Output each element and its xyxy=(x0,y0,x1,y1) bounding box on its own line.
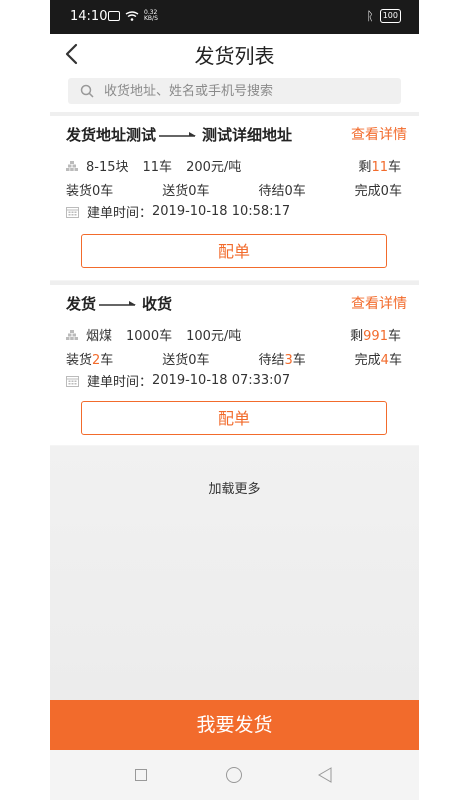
remaining-suffix: 车 xyxy=(387,329,401,344)
stat-settling: 待结0车 xyxy=(258,180,305,199)
stat-delivering: 送货0车 xyxy=(162,180,209,199)
calendar-icon xyxy=(66,206,79,218)
created-time-row: 建单时间： 2019-10-18 07:33:07 xyxy=(66,371,290,390)
stat-settling-label: 待结 xyxy=(258,184,285,199)
stat-unit: 车 xyxy=(292,184,306,199)
stat-done-label: 完成 xyxy=(354,184,381,199)
bluetooth-icon: ᚱ xyxy=(366,9,374,23)
cargo-type: 8-15块 xyxy=(86,160,129,175)
net-speed: 0.32 KB/S xyxy=(144,9,158,22)
created-time-row: 建单时间： 2019-10-18 10:58:17 xyxy=(66,202,290,221)
ship-goods-button[interactable]: 我要发货 xyxy=(50,700,419,750)
status-bar: 14:10 0.32 KB/S ᚱ 100 xyxy=(50,0,419,34)
load-more-button[interactable]: 加载更多 xyxy=(50,478,419,497)
search-icon xyxy=(80,84,94,98)
view-detail-link[interactable]: 查看详情 xyxy=(351,293,407,313)
stat-delivering-value: 0 xyxy=(188,353,197,368)
stat-delivering: 送货0车 xyxy=(162,349,209,368)
stat-done-value: 4 xyxy=(380,353,389,368)
order-specs: 烟煤 1000车 100元/吨 xyxy=(66,325,241,344)
wifi-icon xyxy=(125,11,139,21)
order-route: 发货 收货 xyxy=(66,293,172,314)
arrow-right-icon xyxy=(159,131,197,137)
battery-icon: 100 xyxy=(379,9,401,23)
stat-unit: 车 xyxy=(100,353,114,368)
arrow-right-icon xyxy=(99,300,137,306)
remaining-prefix: 剩 xyxy=(358,160,372,175)
stat-settling-label: 待结 xyxy=(258,353,285,368)
header: 发货列表 xyxy=(50,34,419,74)
app-screen: 14:10 0.32 KB/S ᚱ 100 发货列表 收货地址、姓名或手机号搜索… xyxy=(50,0,419,800)
order-card: 发货 收货 查看详情 烟煤 1000车 100元/吨 剩991车 装货2车 送货… xyxy=(50,281,419,445)
view-detail-link[interactable]: 查看详情 xyxy=(351,124,407,144)
calendar-icon xyxy=(66,375,79,387)
stat-unit: 车 xyxy=(196,353,210,368)
order-specs: 8-15块 11车 200元/吨 xyxy=(66,156,241,175)
search-box[interactable] xyxy=(68,78,401,104)
cargo-pile-icon xyxy=(66,329,78,340)
cargo-pile-icon xyxy=(66,160,78,171)
order-card: 发货地址测试 测试详细地址 查看详情 8-15块 11车 200元/吨 剩11车 xyxy=(50,112,419,280)
stat-unit: 车 xyxy=(388,353,402,368)
stat-loading: 装货2车 xyxy=(66,349,113,368)
stat-done: 完成4车 xyxy=(355,349,402,368)
page-title: 发货列表 xyxy=(194,44,275,68)
search-input[interactable] xyxy=(102,82,396,100)
stat-unit: 车 xyxy=(196,184,210,199)
stat-unit: 车 xyxy=(388,184,402,199)
remaining-count: 剩991车 xyxy=(350,325,401,344)
created-label: 建单时间： xyxy=(87,375,153,390)
cargo-type: 烟煤 xyxy=(86,329,113,344)
status-time: 14:10 xyxy=(70,9,108,24)
stat-done-value: 0 xyxy=(380,184,389,199)
created-time: 2019-10-18 07:33:07 xyxy=(152,373,291,388)
cargo-price: 100元/吨 xyxy=(186,329,242,344)
home-icon[interactable] xyxy=(226,767,242,783)
stat-done: 完成0车 xyxy=(355,180,402,199)
search-bar xyxy=(50,74,419,112)
cargo-quantity: 1000车 xyxy=(126,329,173,344)
stat-done-label: 完成 xyxy=(354,353,381,368)
load-more-area: 加载更多 xyxy=(50,446,419,700)
cargo-quantity: 11车 xyxy=(142,160,173,175)
stat-settling-value: 0 xyxy=(284,184,293,199)
nav-back-icon[interactable] xyxy=(318,767,332,783)
order-stats: 装货0车 送货0车 待结0车 完成0车 xyxy=(66,180,402,199)
recent-apps-icon[interactable] xyxy=(135,769,147,781)
stat-delivering-label: 送货 xyxy=(162,184,189,199)
stat-delivering-label: 送货 xyxy=(162,353,189,368)
remaining-count: 剩11车 xyxy=(358,156,401,175)
stat-unit: 车 xyxy=(100,184,114,199)
stat-loading-label: 装货 xyxy=(66,353,93,368)
route-to: 测试详细地址 xyxy=(202,126,293,144)
stat-loading: 装货0车 xyxy=(66,180,113,199)
route-from: 发货地址测试 xyxy=(66,126,157,144)
remaining-suffix: 车 xyxy=(387,160,401,175)
stat-settling-value: 3 xyxy=(284,353,293,368)
created-time: 2019-10-18 10:58:17 xyxy=(152,204,291,219)
remaining-prefix: 剩 xyxy=(350,329,364,344)
order-stats: 装货2车 送货0车 待结3车 完成4车 xyxy=(66,349,402,368)
assign-button[interactable]: 配单 xyxy=(81,234,387,268)
cargo-price: 200元/吨 xyxy=(186,160,242,175)
stat-settling: 待结3车 xyxy=(258,349,305,368)
assign-button[interactable]: 配单 xyxy=(81,401,387,435)
stat-loading-label: 装货 xyxy=(66,184,93,199)
route-from: 发货 xyxy=(66,295,97,313)
stat-delivering-value: 0 xyxy=(188,184,197,199)
notification-icon xyxy=(108,11,120,21)
status-icons-left: 0.32 KB/S xyxy=(108,10,158,22)
route-to: 收货 xyxy=(142,295,173,313)
system-nav-bar xyxy=(50,750,419,800)
remaining-value: 991 xyxy=(363,329,388,344)
order-route: 发货地址测试 测试详细地址 xyxy=(66,124,292,145)
remaining-value: 11 xyxy=(371,160,388,175)
stat-unit: 车 xyxy=(292,353,306,368)
created-label: 建单时间： xyxy=(87,206,153,221)
status-icons-right: ᚱ 100 xyxy=(367,9,401,23)
